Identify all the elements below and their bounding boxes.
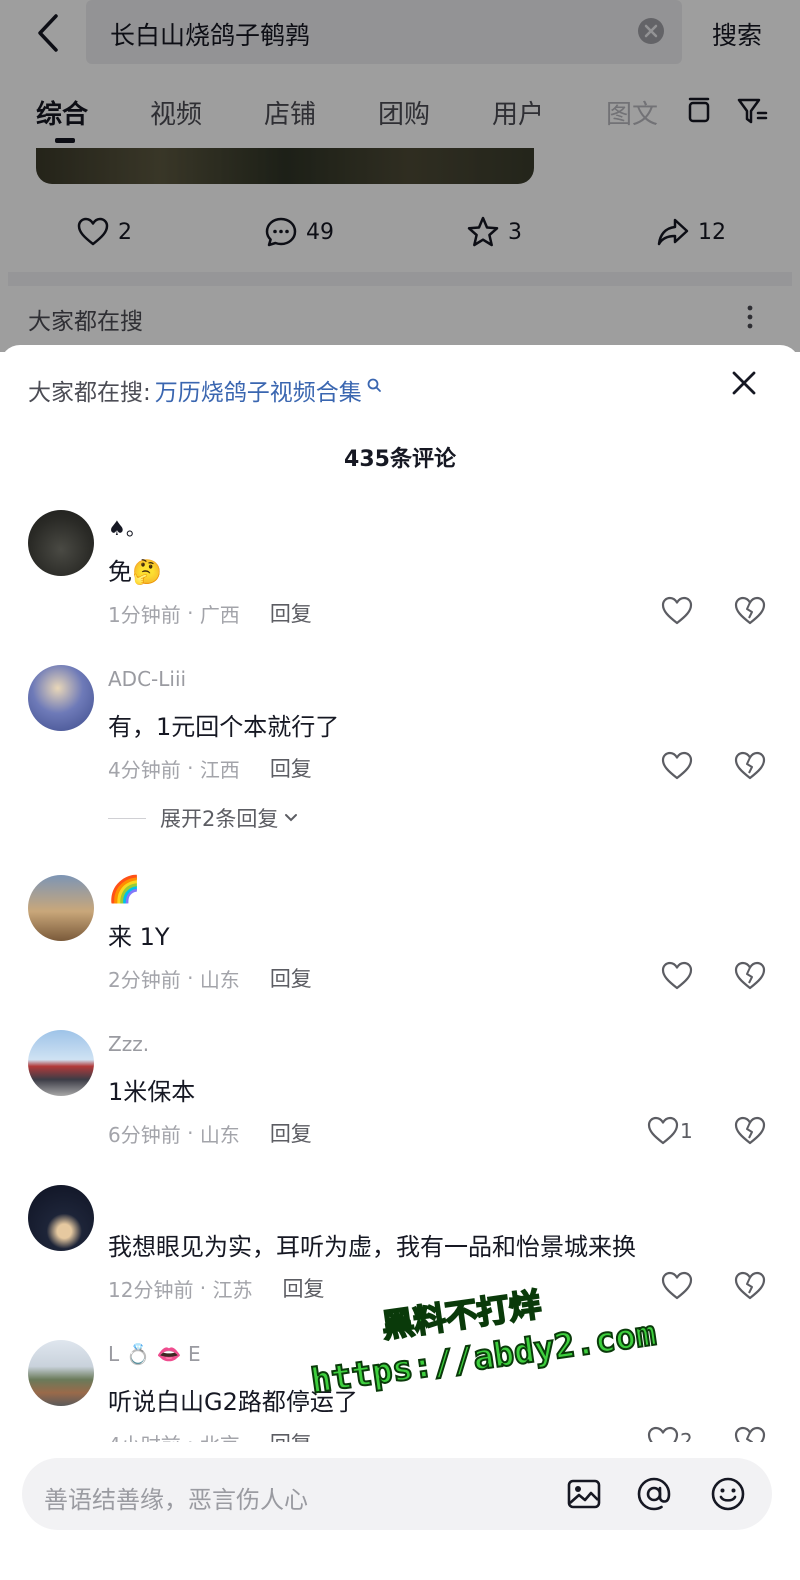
- avatar[interactable]: [28, 665, 94, 731]
- heart-icon: [661, 751, 693, 780]
- broken-heart-icon: [734, 1271, 766, 1300]
- image-icon[interactable]: [564, 1474, 604, 1514]
- avatar[interactable]: [28, 875, 94, 941]
- reply-button[interactable]: 回复: [270, 753, 312, 783]
- reply-button[interactable]: 回复: [283, 1273, 325, 1303]
- comment-location: 山东: [199, 1122, 240, 1147]
- broken-heart-icon: [734, 751, 766, 780]
- meta-separator: ·: [180, 1121, 200, 1145]
- avatar[interactable]: [28, 1030, 94, 1096]
- comment-total: 435条评论: [344, 447, 456, 472]
- comment-input[interactable]: 善语结善缘，恶言伤人心: [22, 1458, 772, 1530]
- comment-text: 免🤔: [108, 558, 162, 586]
- comment-like-button[interactable]: [660, 749, 694, 783]
- broken-heart-icon: [734, 596, 766, 625]
- expand-replies-button[interactable]: 展开2条回复: [108, 803, 300, 833]
- hot-search-row: 大家都在搜: 万历烧鸽子视频合集: [28, 373, 382, 407]
- comment-item: ADC-Liii 有，1元回个本就行了 4分钟前 · 江西 回复 展开2条回复: [0, 665, 800, 845]
- reply-button[interactable]: 回复: [270, 598, 312, 628]
- broken-heart-icon: [734, 1116, 766, 1145]
- reply-button[interactable]: 回复: [270, 963, 312, 993]
- comment-input-placeholder: 善语结善缘，恶言伤人心: [44, 1486, 308, 1514]
- comment-like-button[interactable]: [660, 594, 694, 628]
- comment-username[interactable]: ADC-Liii: [108, 667, 186, 691]
- comment-location: 江西: [199, 757, 240, 782]
- comment-dislike-button[interactable]: [733, 1114, 767, 1148]
- comment-location: 江苏: [212, 1277, 253, 1302]
- comment-text: 来 1Y: [108, 923, 170, 951]
- meta-separator: ·: [180, 601, 200, 625]
- comment-dislike-button[interactable]: [733, 959, 767, 993]
- comment-meta: 1分钟前 · 广西 回复: [108, 598, 312, 628]
- comment-input-bar: 善语结善缘，恶言伤人心: [0, 1442, 800, 1580]
- expand-line: [108, 817, 146, 819]
- chevron-down-icon: [285, 814, 298, 822]
- comment-username[interactable]: 🌈: [108, 875, 140, 905]
- mention-icon[interactable]: [634, 1474, 674, 1514]
- comment-username[interactable]: Zzz.: [108, 1032, 149, 1056]
- comment-text: 1米保本: [108, 1078, 196, 1106]
- comment-dislike-button[interactable]: [733, 749, 767, 783]
- background-search-page: 长白山烧鸽子鹌鹑 搜索 综合 视频 店铺 团购 用户 图文 2 49 3 12 …: [0, 0, 800, 352]
- meta-separator: ·: [180, 756, 200, 780]
- heart-icon: [661, 596, 693, 625]
- emoji-icon[interactable]: [708, 1474, 748, 1514]
- comment-item: ♠。 免🤔 1分钟前 · 广西 回复: [0, 510, 800, 650]
- comment-item: 🌈 来 1Y 2分钟前 · 山东 回复: [0, 875, 800, 1015]
- expand-replies-label: 展开2条回复: [160, 807, 279, 831]
- avatar[interactable]: [28, 510, 94, 576]
- comment-text: 我想眼见为实，耳听为虚，我有一品和怡景城来换: [108, 1233, 636, 1261]
- comment-time: 1分钟前: [108, 602, 181, 627]
- comment-meta: 2分钟前 · 山东 回复: [108, 963, 312, 993]
- comment-meta: 6分钟前 · 山东 回复: [108, 1118, 312, 1148]
- comment-meta: 12分钟前 · 江苏 回复: [108, 1273, 325, 1303]
- comment-time: 6分钟前: [108, 1122, 181, 1147]
- meta-separator: ·: [193, 1276, 213, 1300]
- comment-meta: 4分钟前 · 江西 回复: [108, 753, 312, 783]
- comment-like-count: 1: [680, 1119, 693, 1143]
- search-small-icon: [367, 378, 381, 392]
- dim-overlay[interactable]: [0, 0, 800, 352]
- avatar[interactable]: [28, 1340, 94, 1406]
- comment-time: 12分钟前: [108, 1277, 194, 1302]
- comment-username[interactable]: L 💍 👄 E: [108, 1342, 201, 1366]
- comment-location: 山东: [199, 967, 240, 992]
- comment-like-button[interactable]: [646, 1114, 680, 1148]
- comment-location: 广西: [199, 602, 240, 627]
- comment-time: 4分钟前: [108, 757, 181, 782]
- comment-like-button[interactable]: [660, 959, 694, 993]
- comment-dislike-button[interactable]: [733, 1269, 767, 1303]
- comment-username[interactable]: ♠。: [108, 512, 146, 541]
- comment-time: 2分钟前: [108, 967, 181, 992]
- comment-item: Zzz. 1米保本 6分钟前 · 山东 回复 1: [0, 1030, 800, 1170]
- heart-icon: [661, 1271, 693, 1300]
- avatar[interactable]: [28, 1185, 94, 1251]
- broken-heart-icon: [734, 961, 766, 990]
- comment-dislike-button[interactable]: [733, 594, 767, 628]
- reply-button[interactable]: 回复: [270, 1118, 312, 1148]
- hot-search-prefix: 大家都在搜:: [28, 380, 151, 406]
- hot-search-link[interactable]: 万历烧鸽子视频合集: [155, 373, 362, 407]
- comment-text: 有，1元回个本就行了: [108, 713, 340, 741]
- close-icon[interactable]: [728, 367, 760, 399]
- heart-icon: [661, 961, 693, 990]
- comment-like-button[interactable]: [660, 1269, 694, 1303]
- heart-icon: [647, 1116, 679, 1145]
- meta-separator: ·: [180, 966, 200, 990]
